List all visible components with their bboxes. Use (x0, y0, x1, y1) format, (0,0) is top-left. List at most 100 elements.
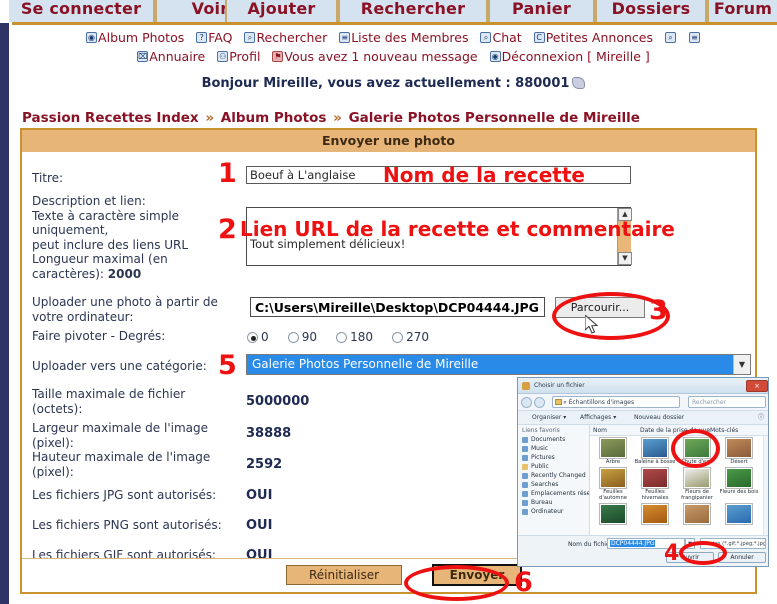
value-jpg-allowed: OUI (246, 488, 273, 503)
fav-item-recently-changed[interactable]: Recently Changed (518, 471, 589, 480)
fav-label: Emplacements rése... (531, 490, 589, 497)
submit-button[interactable]: Envoyer (432, 564, 522, 586)
nav-search-shortcut[interactable]: ⌕ (664, 28, 677, 47)
thumb-label: Feuilles hivernales (641, 489, 669, 501)
fav-item-public[interactable]: Public (518, 462, 589, 471)
thumbnail-grid: Arbre Baleine à bosse Chute d'eau Désert… (592, 437, 762, 528)
file-chooser-dialog[interactable]: Choisir un fichier × « Échantillons d'im… (517, 377, 769, 567)
value-png-allowed: OUI (246, 518, 273, 533)
nav-label: Rechercher (256, 30, 328, 45)
thumb-label: Fleurs des bois (719, 489, 759, 495)
list-icon: ≡ (688, 32, 700, 43)
file-thumb-chute-deau[interactable]: Chute d'eau (676, 437, 718, 465)
column-nom[interactable]: Nom (593, 425, 607, 436)
nav-deconnexion[interactable]: ◉ Déconnexion [ Mireille ] (489, 47, 650, 66)
filename-chevron-down-icon[interactable]: ▼ (685, 538, 695, 549)
file-thumb-row3-1[interactable] (592, 503, 634, 525)
breadcrumb-separator: » (333, 110, 342, 126)
toolbar-organiser[interactable]: Organiser ▾ (532, 411, 566, 425)
fav-item-searches[interactable]: Searches (518, 480, 589, 489)
thumbnail-image (599, 503, 627, 525)
rotate-option-0[interactable]: 0 (247, 330, 269, 344)
tab-dossiers[interactable]: Dossiers (595, 0, 707, 22)
file-dialog-address-bar: « Échantillons d'images Rechercher (518, 394, 768, 411)
fav-item-ordinateur[interactable]: Ordinateur (518, 507, 589, 516)
filetype-value: Photos (*.gif;*.jpeg;*.jpg;*.png) (703, 541, 766, 547)
photo-album-icon: ◉ (86, 32, 98, 43)
filelist-scrollbar[interactable] (763, 436, 768, 551)
breadcrumb-item-index[interactable]: Passion Recettes Index (22, 110, 199, 126)
tab-panier[interactable]: Panier (488, 0, 595, 22)
file-thumb-row3-4[interactable] (718, 503, 760, 525)
toolbar-nouveau-dossier[interactable]: Nouveau dossier (634, 411, 684, 425)
fav-label: Documents (531, 436, 566, 443)
fav-label: Public (531, 463, 549, 470)
reset-button[interactable]: Réinitialiser (286, 565, 402, 585)
file-thumb-feuilles-hivernales[interactable]: Feuilles hivernales (634, 467, 676, 501)
rotate-option-90[interactable]: 90 (287, 330, 317, 344)
file-thumb-row3-2[interactable] (634, 503, 676, 525)
cancel-button[interactable]: Annuler (718, 552, 766, 563)
file-thumb-fleurs-frangipanier[interactable]: Fleurs de frangipanier (676, 467, 718, 501)
thumbnail-image (683, 503, 711, 525)
toolbar-affichages[interactable]: Affichages ▾ (580, 411, 616, 425)
nav-petites-annonces[interactable]: C Petites Annonces (533, 28, 653, 47)
column-motscles[interactable]: Mots-clés (710, 425, 738, 436)
tab-ajouter[interactable]: Ajouter (225, 0, 338, 22)
nav-nouveau-message[interactable]: ⚑ Vous avez 1 nouveau message (272, 47, 478, 66)
fav-item-network[interactable]: Emplacements rése... (518, 489, 589, 498)
file-thumb-feuilles-automne[interactable]: Feuilles d'automne (592, 467, 634, 501)
nav-chat[interactable]: ⌕ Chat (480, 28, 522, 47)
nav-rechercher[interactable]: ⌕ Rechercher (244, 28, 327, 47)
fav-item-music[interactable]: Music (518, 444, 589, 453)
folder-icon (555, 399, 562, 405)
file-thumb-desert[interactable]: Désert (718, 437, 760, 465)
tab-se-connecter[interactable]: Se connecter (9, 0, 155, 22)
nav-annuaire[interactable]: ⌧ Annuaire (137, 47, 205, 66)
forward-icon[interactable] (534, 397, 545, 408)
scroll-down-icon[interactable]: ▼ (618, 252, 632, 265)
filetype-select[interactable]: Photos (*.gif;*.jpeg;*.jpg;*.png) ▼ (700, 538, 766, 549)
column-date[interactable]: Date de la prise de vue (640, 425, 710, 436)
breadcrumb-item-album[interactable]: Album Photos (221, 110, 327, 126)
clock-icon (522, 473, 528, 479)
nav-profil[interactable]: ⚇ Profil (217, 47, 260, 66)
thumbnail-image (641, 467, 669, 489)
nav-list-shortcut[interactable]: ≡ (688, 28, 701, 47)
file-dialog-filelist[interactable]: Nom Date de la prise de vue Mots-clés Ar… (590, 425, 768, 551)
desc-line-4: Longueur maximal (en caractères): 2000 (32, 252, 237, 281)
chevron-down-icon[interactable]: ▼ (733, 355, 750, 374)
magnifier-icon: ⌕ (664, 32, 676, 43)
thumb-label: Arbre (605, 459, 621, 465)
nav-liste-des-membres[interactable]: ≡ Liste des Membres (339, 28, 469, 47)
tab-forum[interactable]: Forum (707, 0, 777, 22)
rotate-option-270[interactable]: 270 (392, 330, 429, 344)
fav-label: Music (531, 445, 549, 452)
file-thumb-row3-3[interactable] (676, 503, 718, 525)
file-path-display[interactable]: C:\Users\Mireille\Desktop\DCP04444.JPG (250, 297, 545, 317)
browse-button[interactable]: Parcourir... (555, 297, 645, 318)
label-upload-from-computer: Uploader une photo à partir de votre ord… (32, 295, 242, 324)
rotate-option-180[interactable]: 180 (336, 330, 373, 344)
nav-album-photos[interactable]: ◉ Album Photos (86, 28, 184, 47)
fav-item-bureau[interactable]: Bureau (518, 498, 589, 507)
classifieds-icon: C (533, 32, 545, 43)
points-icon (572, 77, 586, 89)
nav-faq[interactable]: ? FAQ (196, 28, 232, 47)
tab-rechercher[interactable]: Rechercher (338, 0, 488, 22)
back-icon[interactable] (521, 397, 532, 408)
breadcrumb-item-galerie[interactable]: Galerie Photos Personnelle de Mireille (349, 110, 640, 126)
thumbnail-image (725, 437, 753, 459)
help-icon[interactable]: ⓘ (758, 411, 764, 425)
fav-item-pictures[interactable]: Pictures (518, 453, 589, 462)
desc-line-2: Texte à caractère simple uniquement, (32, 208, 180, 238)
fav-item-documents[interactable]: Documents (518, 435, 589, 444)
address-input[interactable]: « Échantillons d'images (552, 396, 680, 408)
file-thumb-baleine[interactable]: Baleine à bosse (634, 437, 676, 465)
file-thumb-fleurs-des-bois[interactable]: Fleurs des bois (718, 467, 760, 501)
close-icon[interactable]: × (746, 380, 768, 392)
directory-icon: ⌧ (137, 51, 149, 62)
dialog-search-input[interactable]: Rechercher (688, 396, 766, 408)
category-select[interactable]: Galerie Photos Personnelle de Mireille ▼ (246, 354, 751, 375)
file-thumb-arbre[interactable]: Arbre (592, 437, 634, 465)
